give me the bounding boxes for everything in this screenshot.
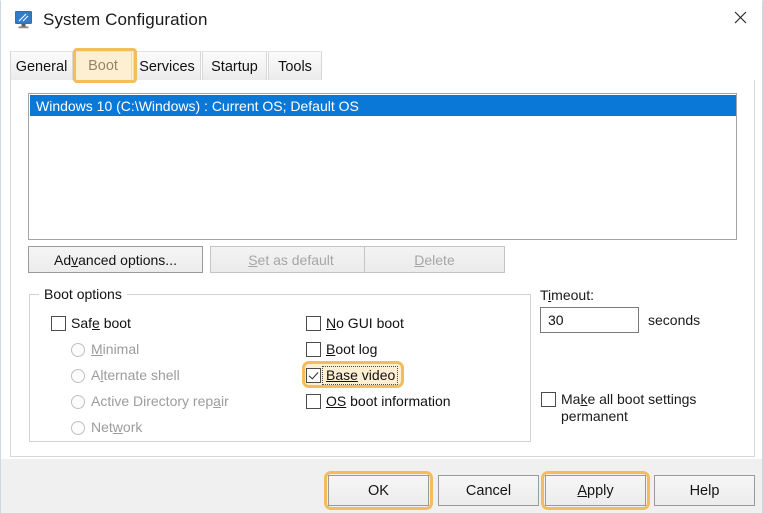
- checkbox-boot-log-label: Boot log: [326, 341, 378, 357]
- delete-label: Delete: [414, 251, 455, 268]
- os-list[interactable]: Windows 10 (C:\Windows) : Current OS; De…: [28, 93, 737, 240]
- apply-button[interactable]: Apply: [545, 475, 646, 506]
- checkbox-boot-log[interactable]: Boot log: [306, 341, 377, 357]
- cancel-button[interactable]: Cancel: [438, 475, 539, 506]
- tab-services[interactable]: Services: [133, 51, 201, 81]
- radio-circle: [71, 395, 85, 409]
- os-list-item-label: Windows 10 (C:\Windows) : Current OS; De…: [36, 97, 359, 114]
- checkbox-base-video[interactable]: Base video: [306, 367, 395, 383]
- radio-network-label: Network: [91, 419, 143, 435]
- checkbox-safe-boot[interactable]: Safe boot: [51, 315, 131, 331]
- tab-strip: General Boot Services Startup Tools: [10, 51, 755, 81]
- timeout-label: iTimeout:: [540, 287, 594, 303]
- timeout-input[interactable]: 30: [540, 307, 639, 333]
- radio-circle: [71, 343, 85, 357]
- radio-circle: [71, 369, 85, 383]
- ok-label: OK: [368, 482, 389, 499]
- tab-boot-label: Boot: [88, 58, 118, 74]
- radio-alternate-shell: Alternate shell: [71, 367, 180, 383]
- computer-monitor-icon: [14, 10, 36, 30]
- checkbox-box: [51, 316, 66, 331]
- delete-button: Delete: [364, 246, 505, 273]
- set-as-default-label: Set as default: [248, 251, 334, 268]
- radio-active-directory-repair: Active Directory repair: [71, 393, 229, 409]
- radio-network: Network: [71, 419, 142, 435]
- checkbox-box: [306, 368, 321, 383]
- checkbox-os-boot-information-label: OS boot information: [326, 393, 451, 409]
- checkbox-no-gui-boot-label: No GUI boot: [326, 315, 404, 331]
- window-title: System Configuration: [43, 10, 208, 29]
- radio-minimal-label: Minimal: [91, 341, 140, 357]
- checkbox-safe-boot-label: Safe boot: [71, 315, 131, 331]
- tab-general-label: General: [15, 58, 68, 75]
- list-item[interactable]: Windows 10 (C:\Windows) : Current OS; De…: [30, 95, 736, 116]
- checkbox-box: [306, 342, 321, 357]
- radio-circle: [71, 421, 85, 435]
- help-label: Help: [689, 482, 720, 499]
- checkbox-box: [541, 392, 556, 407]
- tab-tools[interactable]: Tools: [268, 51, 322, 81]
- title-bar: System Configuration: [1, 1, 762, 41]
- timeout-value: 30: [548, 312, 564, 328]
- tab-startup[interactable]: Startup: [202, 51, 267, 81]
- checkbox-no-gui-boot[interactable]: No GUI boot: [306, 315, 404, 331]
- help-button[interactable]: Help: [654, 475, 755, 506]
- radio-alternate-shell-label: Alternate shell: [91, 367, 180, 383]
- advanced-options-label: Advanced options...: [54, 251, 177, 268]
- apply-label: Apply: [577, 482, 614, 499]
- checkbox-base-video-label: Base video: [326, 367, 396, 383]
- advanced-options-button[interactable]: Advanced options...: [28, 246, 203, 273]
- ok-button[interactable]: OK: [328, 475, 429, 506]
- tab-tools-label: Tools: [278, 58, 312, 75]
- checkbox-box: [306, 316, 321, 331]
- tab-services-label: Services: [139, 58, 195, 75]
- radio-minimal: Minimal: [71, 341, 139, 357]
- tab-startup-label: Startup: [211, 58, 258, 75]
- cancel-label: Cancel: [465, 482, 512, 499]
- close-button[interactable]: [717, 1, 762, 33]
- seconds-label: seconds: [648, 312, 701, 328]
- radio-active-directory-repair-label: Active Directory repair: [91, 393, 229, 409]
- checkbox-os-boot-information[interactable]: OS boot information: [306, 393, 451, 409]
- checkbox-box: [306, 394, 321, 409]
- tab-boot[interactable]: Boot: [74, 51, 132, 81]
- boot-options-group-label: Boot options: [39, 286, 127, 302]
- checkbox-make-permanent[interactable]: Make all boot settings permanent: [541, 391, 716, 425]
- tab-general[interactable]: General: [10, 51, 73, 81]
- checkbox-make-permanent-label: Make all boot settings permanent: [561, 391, 697, 424]
- set-as-default-button: Set as default: [210, 246, 372, 273]
- system-configuration-window: System Configuration General Boot Servic…: [0, 0, 763, 513]
